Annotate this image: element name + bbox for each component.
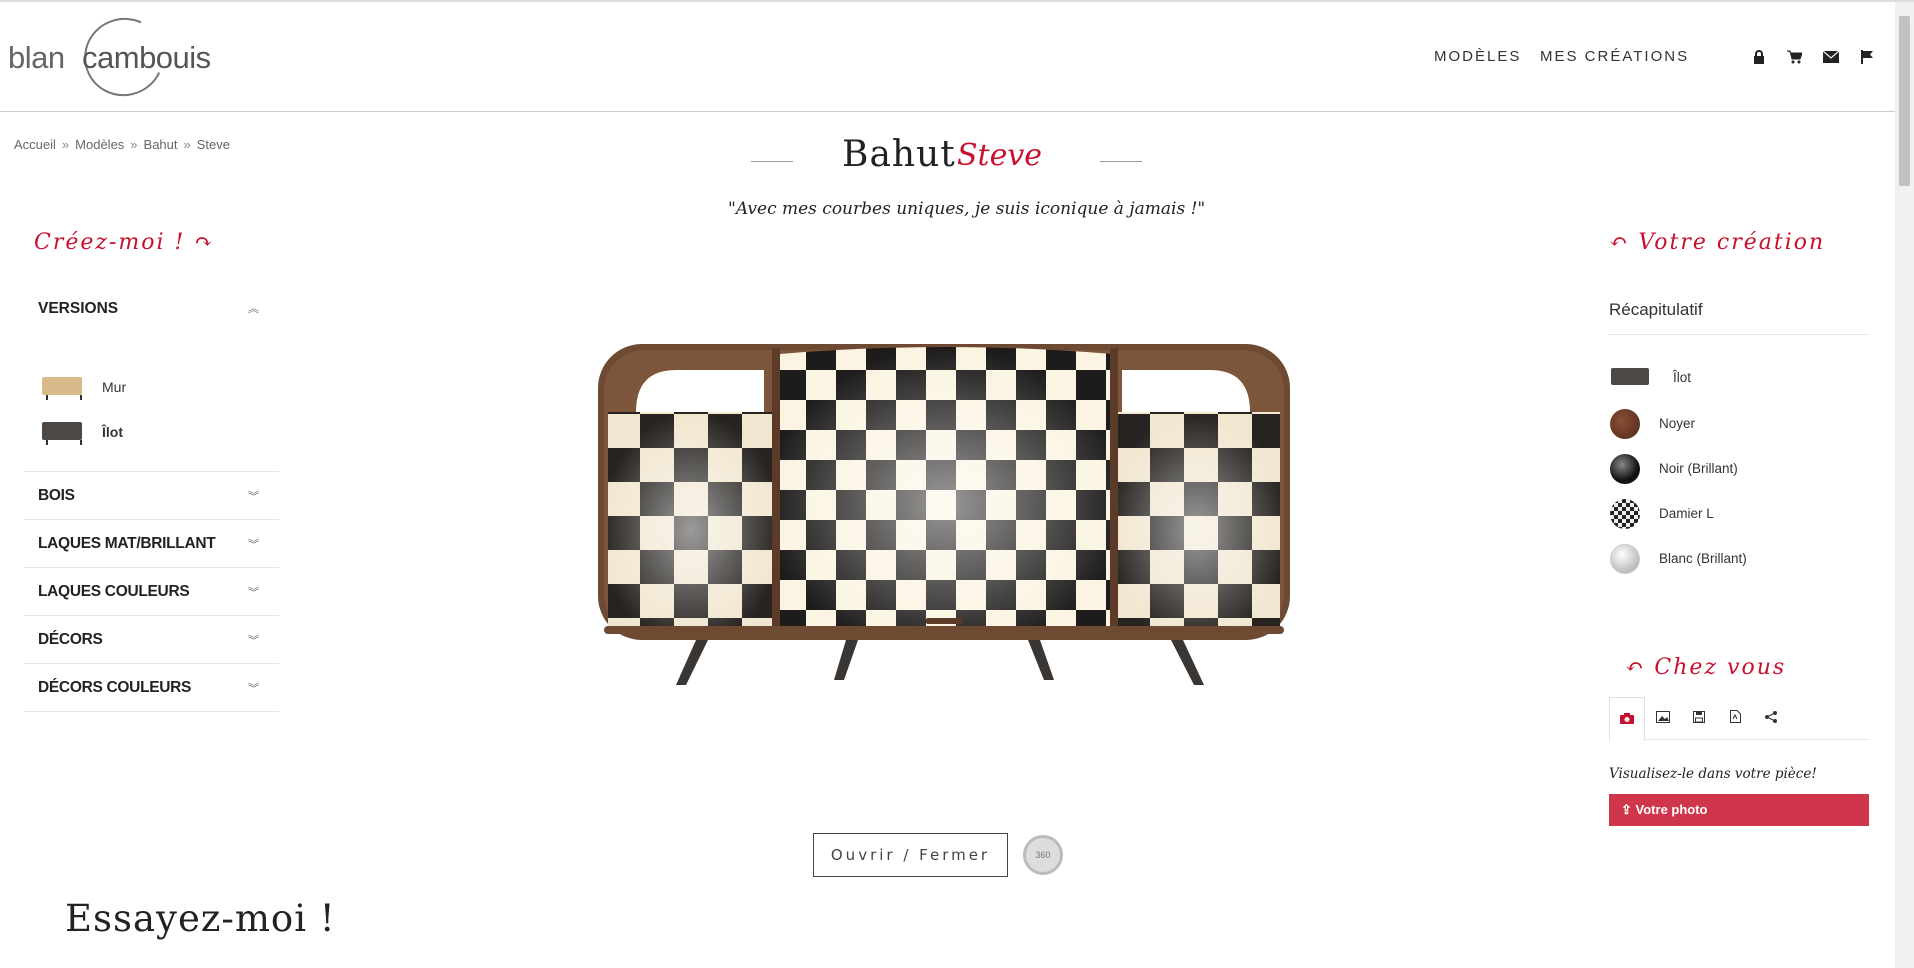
upload-icon: ⇪ xyxy=(1621,802,1632,817)
page-title-accent: Steve xyxy=(957,138,1043,173)
chevron-down-icon: ︾ xyxy=(248,491,259,503)
lacquer-swatch xyxy=(1610,544,1640,574)
recap-item-version: Îlot xyxy=(1609,362,1869,394)
upload-photo-button[interactable]: ⇪ Votre photo xyxy=(1609,794,1869,826)
accordion-bois[interactable]: BOIS ︾ xyxy=(24,472,279,520)
breadcrumb-modeles[interactable]: Modèles xyxy=(75,137,124,152)
upload-photo-label: Votre photo xyxy=(1635,802,1708,817)
accordion-label: LAQUES MAT/BRILLANT xyxy=(38,535,216,552)
breadcrumb-bahut[interactable]: Bahut xyxy=(144,137,178,152)
nav-modeles[interactable]: MODÈLES xyxy=(1434,48,1521,65)
recap-title: Récapitulatif xyxy=(1609,300,1703,319)
accordion-label: DÉCORS COULEURS xyxy=(38,679,192,696)
wood-swatch xyxy=(1610,409,1640,439)
recap-divider xyxy=(1609,334,1869,335)
chez-vous-label: ↶ Chez vous xyxy=(1625,655,1787,680)
version-label: Mur xyxy=(102,379,127,395)
recap-item-label: Noyer xyxy=(1659,416,1696,431)
logo[interactable]: blan cambouis xyxy=(8,6,228,108)
open-close-button[interactable]: Ouvrir / Fermer xyxy=(813,833,1008,877)
breadcrumb-separator: » xyxy=(130,137,138,152)
breadcrumb-accueil[interactable]: Accueil xyxy=(14,137,56,152)
site-header: blan cambouis MODÈLES MES CRÉATIONS xyxy=(0,2,1895,112)
recap-item-blanc: Blanc (Brillant) xyxy=(1609,543,1869,575)
accordion-laques-mat-brillant[interactable]: LAQUES MAT/BRILLANT ︾ xyxy=(24,520,279,568)
recap-item-noir: Noir (Brillant) xyxy=(1609,453,1869,485)
breadcrumb-separator: » xyxy=(61,137,70,152)
version-thumbnail xyxy=(42,422,82,445)
accordion-label: DÉCORS xyxy=(38,631,103,648)
version-label: Îlot xyxy=(102,424,123,440)
cart-icon[interactable] xyxy=(1785,50,1803,67)
chevron-down-icon: ︾ xyxy=(248,539,259,551)
title-rule-left xyxy=(751,161,793,162)
breadcrumb-separator: » xyxy=(183,137,191,152)
accordion-label: LAQUES COULEURS xyxy=(38,583,190,600)
page: blan cambouis MODÈLES MES CRÉATIONS Accu… xyxy=(0,0,1914,968)
accordion-decors-couleurs[interactable]: DÉCORS COULEURS ︾ xyxy=(24,664,279,712)
recap-item-noyer: Noyer xyxy=(1609,408,1869,440)
view-360-button[interactable]: 360 xyxy=(1023,835,1063,875)
logo-text-part2: cambouis xyxy=(82,40,211,75)
logo-text-part1: blan xyxy=(8,40,65,75)
lock-icon[interactable] xyxy=(1750,50,1768,67)
chevron-down-icon: ︾ xyxy=(248,683,259,695)
save-icon[interactable] xyxy=(1681,697,1717,740)
visualize-text: Visualisez-le dans votre pièce! xyxy=(1609,766,1817,782)
recap-item-label: Îlot xyxy=(1673,370,1692,385)
furniture-preview[interactable] xyxy=(596,340,1292,690)
scrollbar[interactable] xyxy=(1895,2,1914,968)
chevron-up-icon[interactable]: ︽ xyxy=(248,300,259,316)
flag-icon[interactable] xyxy=(1858,50,1876,67)
accordion-decors[interactable]: DÉCORS ︾ xyxy=(24,616,279,664)
breadcrumb: Accueil » Modèles » Bahut » Steve xyxy=(14,137,234,152)
recap-item-label: Blanc (Brillant) xyxy=(1659,551,1747,566)
accordion-laques-couleurs[interactable]: LAQUES COULEURS ︾ xyxy=(24,568,279,616)
scrollbar-thumb[interactable] xyxy=(1899,16,1910,186)
recap-item-label: Damier L xyxy=(1659,506,1714,521)
title-rule-right xyxy=(1100,161,1142,162)
recap-item-label: Noir (Brillant) xyxy=(1659,461,1738,476)
version-option-mur[interactable]: Mur xyxy=(42,373,262,401)
votre-creation-label: ↶ Votre création xyxy=(1609,230,1826,255)
camera-icon[interactable] xyxy=(1609,697,1645,741)
chevron-down-icon: ︾ xyxy=(248,635,259,647)
product-quote: "Avec mes courbes uniques, je suis iconi… xyxy=(728,199,1206,219)
lacquer-swatch xyxy=(1610,454,1640,484)
options-accordion: BOIS ︾ LAQUES MAT/BRILLANT ︾ LAQUES COUL… xyxy=(24,472,279,712)
version-thumbnail xyxy=(1611,368,1649,385)
nav-mes-creations[interactable]: MES CRÉATIONS xyxy=(1540,48,1689,65)
chevron-down-icon: ︾ xyxy=(248,587,259,599)
try-me-heading: Essayez-moi ! xyxy=(65,897,336,940)
pdf-icon[interactable] xyxy=(1717,697,1753,740)
image-icon[interactable] xyxy=(1645,697,1681,740)
room-tabs xyxy=(1609,697,1869,741)
versions-section: VERSIONS ︽ Mur Îlot xyxy=(24,290,279,472)
envelope-icon[interactable] xyxy=(1822,50,1840,66)
decor-swatch xyxy=(1610,499,1640,529)
page-title: Bahut xyxy=(842,134,956,175)
recap-item-damier: Damier L xyxy=(1609,498,1869,530)
accordion-label: BOIS xyxy=(38,487,75,504)
creez-moi-label: Créez-moi ! ↷ xyxy=(34,230,215,255)
version-option-ilot[interactable]: Îlot xyxy=(42,418,262,446)
versions-header[interactable]: VERSIONS xyxy=(38,300,118,318)
breadcrumb-steve: Steve xyxy=(196,137,230,152)
version-thumbnail xyxy=(42,377,82,400)
share-icon[interactable] xyxy=(1753,697,1789,740)
